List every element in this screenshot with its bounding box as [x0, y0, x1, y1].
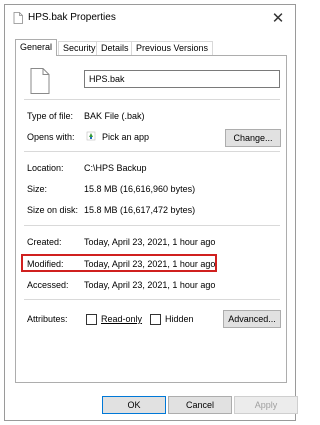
- close-icon: ✕: [271, 10, 285, 27]
- size-value: 15.8 MB (16,616,960 bytes): [84, 184, 196, 194]
- readonly-checkbox[interactable]: [86, 314, 97, 325]
- tab-details[interactable]: Details: [96, 41, 134, 55]
- location-label: Location:: [27, 163, 64, 173]
- cancel-button[interactable]: Cancel: [168, 396, 232, 414]
- window-title: HPS.bak Properties: [28, 12, 116, 23]
- size-on-disk-value: 15.8 MB (16,617,472 bytes): [84, 205, 196, 215]
- properties-window: HPS.bak Properties ✕ General Security De…: [4, 4, 298, 421]
- change-button[interactable]: Change...: [225, 129, 281, 147]
- accessed-label: Accessed:: [27, 280, 69, 290]
- size-label: Size:: [27, 184, 48, 194]
- size-on-disk-label: Size on disk:: [27, 205, 79, 215]
- divider: [24, 151, 280, 152]
- title-bar[interactable]: HPS.bak Properties ✕: [5, 5, 295, 31]
- ok-button[interactable]: OK: [102, 396, 166, 414]
- cancel-button-label: Cancel: [185, 400, 214, 410]
- tab-security[interactable]: Security: [58, 41, 101, 55]
- apply-button-label: Apply: [254, 400, 278, 410]
- advanced-button-label: Advanced...: [228, 314, 276, 324]
- tab-general[interactable]: General: [15, 39, 58, 56]
- readonly-label-text: Read-only: [101, 314, 143, 324]
- pick-app-icon: [86, 131, 96, 141]
- opens-with-label: Opens with:: [27, 132, 75, 142]
- close-button[interactable]: ✕: [267, 7, 289, 29]
- tab-strip: General Security Details Previous Versio…: [15, 39, 287, 56]
- file-icon: [13, 12, 23, 24]
- hidden-label[interactable]: Hidden: [165, 314, 194, 324]
- location-value: C:\HPS Backup: [84, 163, 147, 173]
- tab-previous-versions[interactable]: Previous Versions: [131, 41, 214, 55]
- divider: [24, 99, 280, 100]
- file-name-input[interactable]: [84, 70, 280, 88]
- file-icon: [30, 68, 50, 94]
- accessed-value: Today, April 23, 2021, 1 hour ago: [84, 280, 216, 290]
- type-value: BAK File (.bak): [84, 111, 145, 121]
- advanced-button[interactable]: Advanced...: [223, 310, 281, 328]
- apply-button[interactable]: Apply: [234, 396, 298, 414]
- type-label: Type of file:: [27, 111, 74, 121]
- divider: [24, 299, 280, 300]
- change-button-label: Change...: [233, 133, 273, 143]
- created-label: Created:: [27, 237, 62, 247]
- readonly-label[interactable]: Read-only: [101, 314, 142, 324]
- opens-with-value: Pick an app: [102, 132, 150, 142]
- ok-button-label: OK: [127, 400, 141, 410]
- created-value: Today, April 23, 2021, 1 hour ago: [84, 237, 216, 247]
- general-panel: Type of file: BAK File (.bak) Opens with…: [15, 55, 287, 383]
- attributes-label: Attributes:: [27, 314, 68, 324]
- modified-value: Today, April 23, 2021, 1 hour ago: [84, 259, 216, 269]
- hidden-checkbox[interactable]: [150, 314, 161, 325]
- modified-label: Modified:: [27, 259, 64, 269]
- divider: [24, 225, 280, 226]
